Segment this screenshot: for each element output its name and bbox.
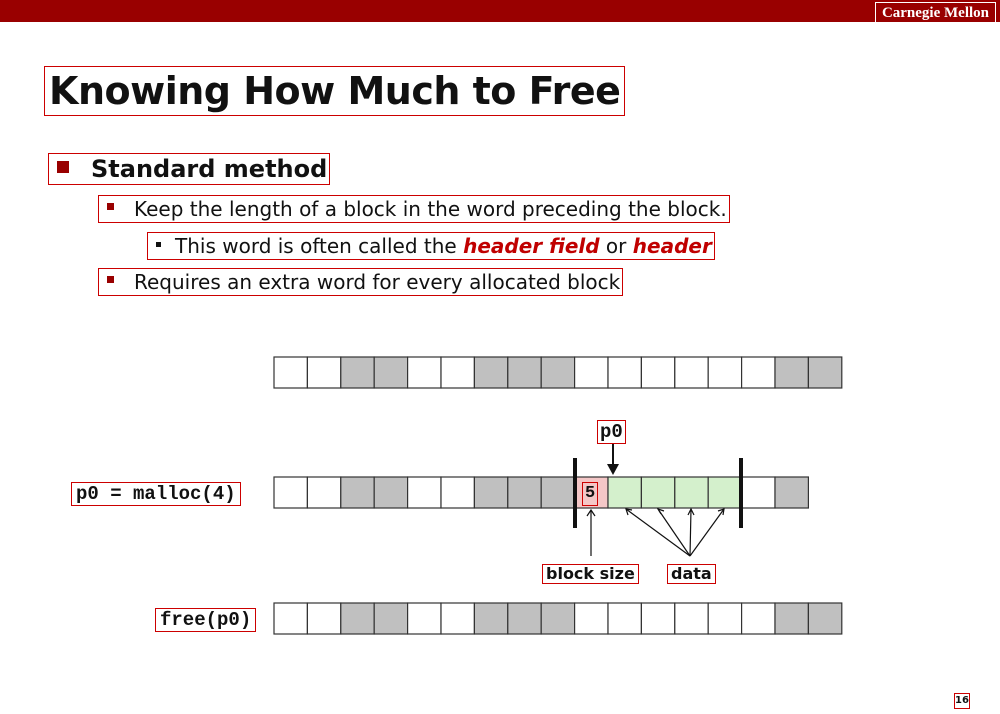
- heap-word-free: [674, 356, 709, 389]
- heap-word-used: [340, 356, 375, 389]
- heap-word-free: [440, 476, 476, 509]
- heap-word-free: [640, 356, 676, 389]
- heap-word-used: [473, 602, 509, 635]
- data-arrows: [625, 507, 725, 557]
- heap-word-free: [273, 476, 309, 509]
- page-number: 16: [954, 693, 970, 709]
- heap-word-free: [740, 356, 776, 389]
- heap-row-before: [273, 356, 843, 389]
- heap-word-free: [407, 356, 442, 389]
- heap-word-used: [473, 476, 509, 509]
- heap-word-payload: [707, 476, 743, 509]
- heap-word-free: [440, 602, 476, 635]
- heap-word-free: [306, 602, 342, 635]
- pointer-arrow: [607, 443, 619, 475]
- data-label: data: [667, 564, 716, 584]
- heap-word-used: [507, 476, 542, 509]
- heap-word-payload: [607, 476, 643, 509]
- heap-word-payload: [674, 476, 709, 509]
- heap-word-used: [540, 476, 576, 509]
- malloc-call-label: p0 = malloc(4): [71, 482, 241, 506]
- heap-word-used: [340, 602, 375, 635]
- free-call-label: free(p0): [155, 608, 257, 632]
- heap-word-used: [373, 602, 409, 635]
- heap-word-free: [273, 602, 309, 635]
- heap-word-free: [573, 356, 609, 389]
- heap-word-free: [440, 356, 476, 389]
- heap-word-free: [740, 476, 776, 509]
- heap-word-free: [707, 602, 743, 635]
- block-size-arrow: [586, 508, 596, 556]
- heap-word-free: [640, 602, 676, 635]
- heap-diagram: [273, 356, 843, 635]
- heap-row-after-malloc: [273, 476, 810, 509]
- heap-word-used: [807, 356, 843, 389]
- heap-word-used: [507, 356, 542, 389]
- heap-word-free: [306, 356, 342, 389]
- heap-word-free: [407, 602, 442, 635]
- heap-word-free: [306, 476, 342, 509]
- heap-word-free: [707, 356, 743, 389]
- heap-row-after-free: [273, 602, 843, 635]
- block-size-value: 5: [582, 482, 599, 506]
- heap-word-free: [674, 602, 709, 635]
- block-size-label: block size: [542, 564, 639, 584]
- heap-word-used: [373, 476, 409, 509]
- heap-word-used: [340, 476, 375, 509]
- pointer-label: p0: [597, 420, 626, 444]
- heap-word-free: [740, 602, 776, 635]
- heap-word-free: [607, 356, 643, 389]
- heap-word-used: [507, 602, 542, 635]
- heap-word-free: [273, 356, 309, 389]
- heap-word-used: [473, 356, 509, 389]
- heap-word-free: [607, 602, 643, 635]
- heap-word-used: [774, 356, 810, 389]
- heap-word-used: [373, 356, 409, 389]
- heap-word-used: [540, 356, 576, 389]
- heap-word-free: [573, 602, 609, 635]
- heap-word-payload: [640, 476, 676, 509]
- heap-word-free: [407, 476, 442, 509]
- heap-word-used: [774, 602, 810, 635]
- heap-word-used: [540, 602, 576, 635]
- heap-word-used: [774, 476, 810, 509]
- heap-word-used: [807, 602, 843, 635]
